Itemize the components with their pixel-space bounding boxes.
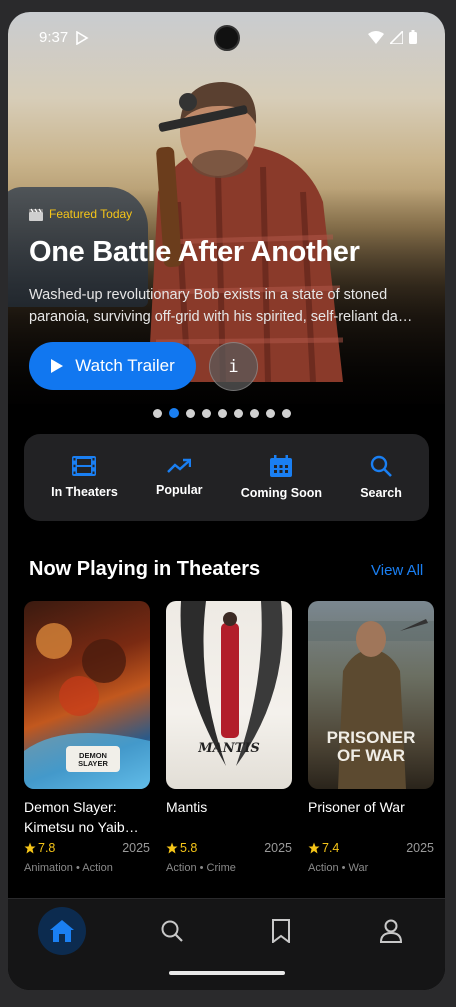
carousel-dot[interactable] — [202, 408, 211, 418]
profile-icon[interactable] — [379, 919, 403, 943]
carousel-dot[interactable] — [169, 408, 179, 418]
wifi-icon — [368, 30, 384, 44]
info-icon: i — [228, 356, 239, 377]
movie-title: Prisoner of War — [308, 799, 405, 815]
movie-meta: 7.4 2025 — [308, 841, 434, 855]
movie-card[interactable]: PRISONER OF WAR Prisoner of War 7.4 2025… — [308, 601, 434, 874]
signal-icon — [390, 30, 403, 44]
movie-genres: Action • Crime — [166, 862, 236, 874]
quick-nav-label: Search — [360, 486, 402, 500]
status-time: 9:37 — [39, 29, 69, 46]
hero-description: Washed-up revolutionary Bob exists in a … — [29, 284, 429, 328]
home-indicator[interactable] — [169, 971, 285, 975]
nav-home-button[interactable] — [38, 907, 86, 955]
carousel-dot[interactable] — [250, 408, 259, 418]
search-icon[interactable] — [160, 919, 184, 943]
star-icon — [24, 842, 36, 854]
movie-list: DEMON SLAYER Demon Slayer: Kimetsu no Ya… — [24, 601, 434, 874]
carousel-dot[interactable] — [266, 408, 275, 418]
view-all-link[interactable]: View All — [371, 562, 423, 579]
quick-nav-in-theaters[interactable]: In Theaters — [51, 456, 118, 499]
film-icon — [72, 456, 97, 476]
featured-label: Featured Today — [49, 207, 133, 221]
carousel-dots — [153, 408, 291, 418]
calendar-icon — [270, 455, 293, 477]
watch-trailer-button[interactable]: Watch Trailer — [29, 342, 196, 390]
movie-poster: MANTIS — [166, 601, 292, 789]
poster-title: PRISONER OF WAR — [326, 728, 416, 765]
movie-rating: 5.8 — [166, 841, 197, 855]
rating-value: 7.4 — [322, 841, 340, 855]
movie-title: Demon Slayer: Kimetsu no Yaib… — [24, 799, 139, 835]
movie-meta: 5.8 2025 — [166, 841, 292, 855]
poster-title: DEMON SLAYER — [78, 751, 108, 768]
info-button[interactable]: i — [209, 342, 258, 391]
mantis-artwork — [180, 601, 283, 766]
movie-year: 2025 — [264, 841, 292, 855]
movie-poster: DEMON SLAYER — [24, 601, 150, 789]
trending-up-icon — [167, 458, 192, 473]
clapperboard-icon — [29, 208, 43, 221]
movie-year: 2025 — [122, 841, 150, 855]
status-icons — [368, 30, 417, 44]
movie-title: Mantis — [166, 799, 208, 815]
section-title: Now Playing in Theaters — [29, 558, 261, 580]
quick-nav-label: Coming Soon — [240, 486, 322, 500]
carousel-dot[interactable] — [218, 408, 227, 418]
camera-cutout — [214, 25, 240, 51]
quick-nav: In Theaters Popular Coming Soon Search — [24, 434, 429, 521]
movie-rating: 7.4 — [308, 841, 339, 855]
rating-value: 5.8 — [180, 841, 198, 855]
bottom-nav — [8, 898, 445, 990]
poster-title: MANTIS — [198, 741, 260, 756]
movie-rating: 7.8 — [24, 841, 55, 855]
movie-card[interactable]: MANTIS Mantis 5.8 2025 Action • Crime — [166, 601, 292, 874]
hero-actor-image — [148, 82, 344, 382]
quick-nav-coming-soon[interactable]: Coming Soon — [241, 455, 322, 500]
carousel-dot[interactable] — [234, 408, 243, 418]
hero-description-line-1: Washed-up revolutionary Bob exists in a … — [29, 287, 388, 303]
hero-description-line-2: paranoia, surviving off-grid with his sp… — [29, 309, 413, 325]
quick-nav-label: Popular — [155, 483, 203, 497]
play-store-icon — [76, 31, 89, 45]
battery-icon — [409, 30, 417, 44]
movie-year: 2025 — [406, 841, 434, 855]
movie-genres: Action • War — [308, 862, 369, 874]
rating-value: 7.8 — [38, 841, 56, 855]
bookmark-icon[interactable] — [271, 919, 291, 943]
star-icon — [166, 842, 178, 854]
device-frame: 9:37 Featured Today One Battle After Ano… — [0, 0, 456, 1007]
play-icon — [51, 359, 64, 373]
hero-title: One Battle After Another — [29, 236, 360, 268]
featured-badge: Featured Today — [29, 207, 132, 221]
watch-trailer-label: Watch Trailer — [75, 356, 175, 375]
home-icon — [50, 920, 74, 942]
search-icon — [370, 455, 392, 477]
quick-nav-search[interactable]: Search — [360, 455, 402, 500]
status-bar: 9:37 — [8, 12, 445, 64]
hero-banner[interactable]: 9:37 Featured Today One Battle After Ano… — [8, 12, 445, 404]
movie-card[interactable]: DEMON SLAYER Demon Slayer: Kimetsu no Ya… — [24, 601, 150, 874]
movie-genres: Animation • Action — [24, 862, 113, 874]
quick-nav-label: In Theaters — [51, 485, 118, 499]
carousel-dot[interactable] — [153, 408, 162, 418]
carousel-dot[interactable] — [282, 408, 291, 418]
app-screen: 9:37 Featured Today One Battle After Ano… — [8, 12, 445, 990]
star-icon — [308, 842, 320, 854]
movie-poster: PRISONER OF WAR — [308, 601, 434, 789]
carousel-dot[interactable] — [186, 408, 195, 418]
quick-nav-popular[interactable]: Popular — [156, 458, 203, 497]
movie-meta: 7.8 2025 — [24, 841, 150, 855]
